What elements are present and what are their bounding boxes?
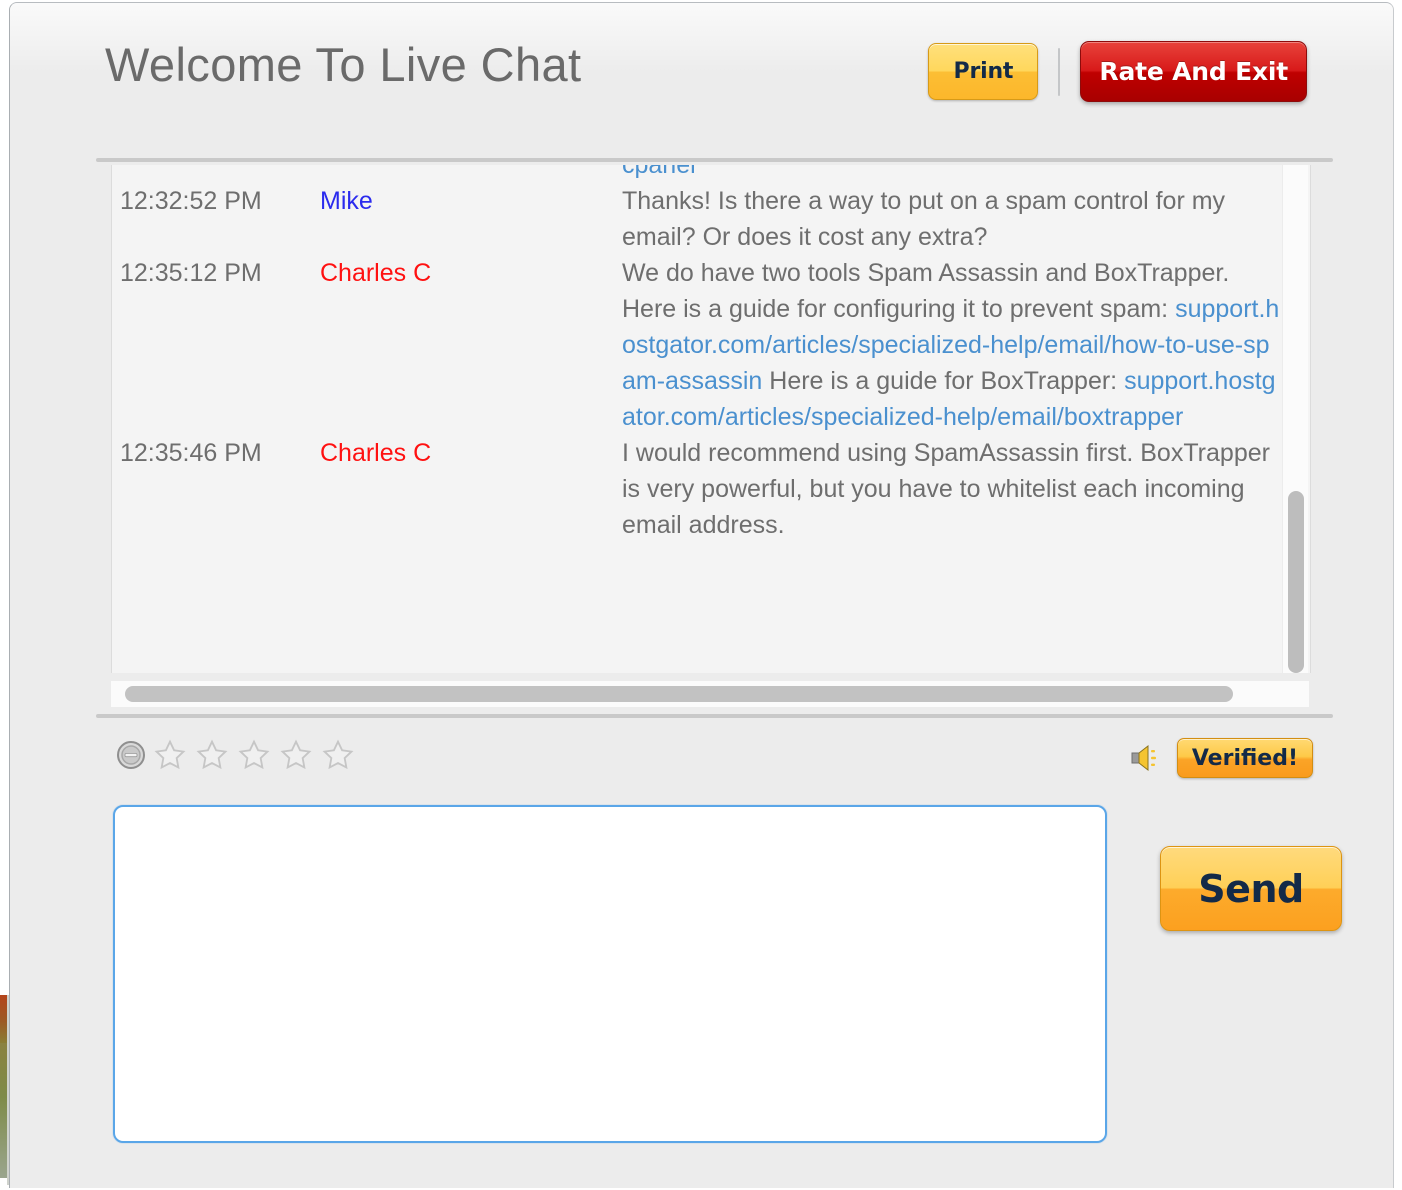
message-time: 12:35:46 PM (120, 439, 262, 467)
chat-transcript-inner: cpanel 12:32:52 PM Mike Thanks! Is there… (112, 165, 1310, 543)
transcript-divider (96, 714, 1333, 718)
message-time: 12:32:52 PM (120, 187, 262, 215)
header-actions: Print Rate And Exit (928, 41, 1307, 102)
header-divider (96, 158, 1333, 162)
table-row: 12:35:46 PM Charles C I would recommend … (112, 435, 1310, 543)
message-sender: Mike (320, 187, 373, 215)
speaker-icon[interactable] (1129, 743, 1163, 773)
transcript-horizontal-scrollbar-thumb[interactable] (125, 686, 1233, 702)
table-row: 12:32:52 PM Mike Thanks! Is there a way … (112, 183, 1310, 255)
table-row: cpanel (112, 165, 1310, 183)
chat-transcript[interactable]: cpanel 12:32:52 PM Mike Thanks! Is there… (111, 165, 1311, 673)
star-outline-icon[interactable] (237, 738, 271, 772)
live-chat-window: Welcome To Live Chat Print Rate And Exit… (9, 2, 1394, 1188)
star-outline-icon[interactable] (279, 738, 313, 772)
message-sender: Charles C (320, 439, 432, 467)
message-input[interactable] (113, 805, 1107, 1143)
message-text: Thanks! Is there a way to put on a spam … (622, 187, 1226, 251)
message-text-segment: We do have two tools Spam Assassin and B… (622, 259, 1230, 323)
send-button[interactable]: Send (1160, 846, 1342, 931)
rate-and-exit-button[interactable]: Rate And Exit (1080, 41, 1307, 102)
transcript-horizontal-scrollbar[interactable] (111, 681, 1309, 707)
message-text: We do have two tools Spam Assassin and B… (622, 255, 1310, 435)
message-text: I would recommend using SpamAssassin fir… (622, 439, 1270, 539)
button-separator (1058, 47, 1061, 96)
page-title: Welcome To Live Chat (105, 38, 582, 91)
verified-badge[interactable]: Verified! (1176, 738, 1313, 778)
message-text-segment: Here is a guide for BoxTrapper: (762, 367, 1125, 395)
minus-circle-icon[interactable] (117, 741, 145, 769)
desktop-background: Welcome To Live Chat Print Rate And Exit… (0, 0, 1402, 1190)
transcript-vertical-scrollbar-thumb[interactable] (1288, 491, 1304, 673)
table-row: 12:35:12 PM Charles C We do have two too… (112, 255, 1310, 435)
star-outline-icon[interactable] (321, 738, 355, 772)
verified-group: Verified! (1129, 738, 1313, 778)
star-outline-icon[interactable] (153, 738, 187, 772)
star-outline-icon[interactable] (195, 738, 229, 772)
window-header: Welcome To Live Chat Print Rate And Exit (10, 3, 1393, 153)
rating-bar: Verified! (111, 738, 1333, 788)
print-button[interactable]: Print (928, 43, 1039, 100)
message-text-partial: cpanel (622, 165, 696, 179)
message-time: 12:35:12 PM (120, 259, 262, 287)
transcript-vertical-scrollbar[interactable] (1282, 165, 1308, 673)
message-sender: Charles C (320, 259, 432, 287)
rating-stars (117, 738, 355, 772)
